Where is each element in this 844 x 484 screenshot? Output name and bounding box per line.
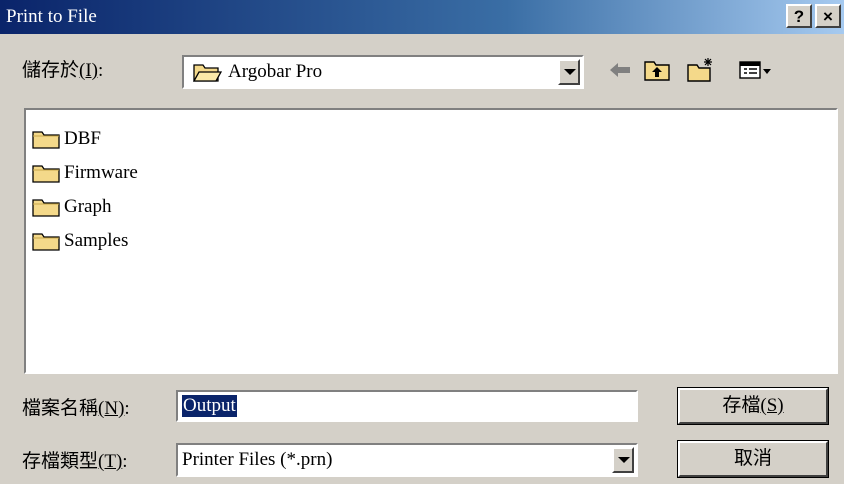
filename-value: Output: [182, 395, 237, 417]
file-name: Graph: [64, 196, 112, 217]
filetype-dropdown[interactable]: Printer Files (*.prn): [176, 443, 638, 477]
filetype-label: 存檔類型(T):: [22, 451, 128, 472]
folder-icon: [32, 199, 60, 217]
save-button[interactable]: 存檔(S): [677, 387, 829, 425]
file-name: Samples: [64, 230, 129, 251]
list-item-dbf[interactable]: DBF: [32, 124, 101, 154]
folder-icon: [32, 165, 60, 183]
file-name: Firmware: [64, 162, 138, 183]
file-list[interactable]: DBF Firmware Graph Samples: [24, 108, 838, 374]
cancel-button[interactable]: 取消: [677, 440, 829, 478]
back-arrow-icon[interactable]: [608, 56, 632, 84]
save-in-dropdown-button[interactable]: [558, 59, 580, 85]
close-button[interactable]: ×: [815, 4, 841, 28]
list-item-graph[interactable]: Graph: [32, 192, 111, 222]
new-folder-icon[interactable]: [686, 56, 716, 84]
up-folder-icon[interactable]: [642, 56, 672, 84]
folder-icon: [32, 233, 60, 251]
view-menu-icon[interactable]: [738, 56, 772, 84]
folder-icon: [32, 131, 60, 149]
help-button[interactable]: ?: [786, 4, 812, 28]
file-name: DBF: [64, 128, 101, 149]
filename-input[interactable]: Output: [176, 390, 638, 422]
save-in-dropdown[interactable]: Argobar Pro: [182, 55, 584, 89]
title-bar: Print to File: [0, 0, 844, 34]
save-in-label: 儲存於(I):: [22, 60, 104, 81]
save-in-value: Argobar Pro: [228, 61, 323, 82]
filename-label: 檔案名稱(N):: [22, 398, 130, 419]
filetype-dropdown-button[interactable]: [612, 447, 634, 473]
filetype-value: Printer Files (*.prn): [182, 449, 333, 470]
window-title: Print to File: [6, 6, 97, 27]
list-item-firmware[interactable]: Firmware: [32, 158, 138, 188]
open-folder-icon: [192, 64, 222, 82]
list-item-samples[interactable]: Samples: [32, 226, 128, 256]
